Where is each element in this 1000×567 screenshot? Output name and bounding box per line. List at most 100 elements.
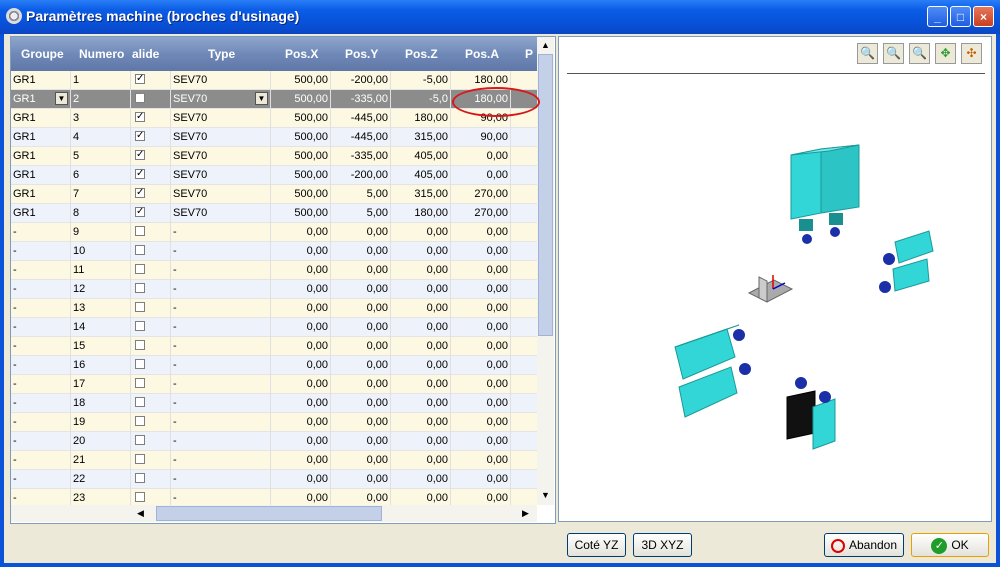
close-button[interactable]: × [973,6,994,27]
cell-pos-y[interactable]: 0,00 [331,283,388,295]
cell-numero[interactable]: 17 [73,378,85,390]
scroll-right-icon[interactable]: ▶ [522,508,529,519]
cell-pos-z[interactable]: 0,00 [391,283,448,295]
cell-groupe[interactable]: GR1 [13,188,36,200]
cell-pos-a[interactable]: 0,00 [451,435,508,447]
col-header-pos-x[interactable]: Pos.X [285,47,318,61]
table-row[interactable]: GR1 4 ✓ SEV70 500,00 -445,00 315,00 90,00 [11,128,537,147]
cell-pos-y[interactable]: 0,00 [331,264,388,276]
cell-pos-z[interactable]: 0,00 [391,359,448,371]
table-row[interactable]: -21-0,00 0,00 0,00 0,00 [11,451,537,470]
table-row[interactable]: -17-0,00 0,00 0,00 0,00 [11,375,537,394]
cell-pos-a[interactable]: 0,00 [451,150,508,162]
cell-numero[interactable]: 11 [73,264,84,276]
cell-type[interactable]: SEV70 [173,150,207,162]
cell-pos-a[interactable]: 0,00 [451,245,508,257]
cell-pos-a[interactable]: 180,00 [451,74,508,86]
cell-pos-a[interactable]: 0,00 [451,454,508,466]
cell-numero[interactable]: 20 [73,435,85,447]
cell-pos-y[interactable]: 0,00 [331,435,388,447]
ok-button[interactable]: ✓ OK [911,533,989,557]
cell-pos-x[interactable]: 500,00 [271,207,328,219]
cell-type[interactable]: SEV70 [173,93,207,105]
cell-groupe[interactable]: GR1 [13,112,36,124]
horizontal-scrollbar[interactable]: ◀ ▶ [11,505,537,522]
cell-pos-y[interactable]: 0,00 [331,454,388,466]
table-row[interactable]: -22-0,00 0,00 0,00 0,00 [11,470,537,489]
cell-pos-y[interactable]: 0,00 [331,378,388,390]
cell-pos-z[interactable]: 0,00 [391,302,448,314]
cell-pos-y[interactable]: 0,00 [331,340,388,352]
cell-groupe[interactable]: GR1 [13,169,36,181]
cell-pos-z[interactable]: -5,00 [391,74,448,86]
cell-pos-x[interactable]: 500,00 [271,169,328,181]
cell-pos-y[interactable]: 0,00 [331,416,388,428]
valide-checkbox[interactable] [135,473,145,483]
cell-pos-a[interactable]: 0,00 [451,321,508,333]
cell-type[interactable]: - [173,435,177,447]
cell-type[interactable]: - [173,245,177,257]
cell-pos-x[interactable]: 0,00 [271,454,328,466]
groupe-dropdown-icon[interactable]: ▼ [55,92,68,105]
valide-checkbox[interactable]: ✓ [135,112,145,122]
cell-numero[interactable]: 21 [73,454,85,466]
cell-pos-x[interactable]: 500,00 [271,131,328,143]
cell-type[interactable]: - [173,454,177,466]
scroll-up-icon[interactable]: ▲ [541,40,550,50]
cell-numero[interactable]: 16 [73,359,85,371]
col-header-pos-z[interactable]: Pos.Z [405,47,438,61]
cell-pos-x[interactable]: 0,00 [271,245,328,257]
cell-pos-a[interactable]: 0,00 [451,378,508,390]
cell-pos-x[interactable]: 0,00 [271,283,328,295]
valide-checkbox[interactable]: ✓ [135,207,145,217]
cell-pos-a[interactable]: 0,00 [451,473,508,485]
horizontal-scroll-thumb[interactable] [156,506,382,521]
cell-numero[interactable]: 8 [73,207,79,219]
cell-pos-y[interactable]: -335,00 [331,150,388,162]
table-row[interactable]: GR1 3 ✓ SEV70 500,00 -445,00 180,00 90,00 [11,109,537,128]
cell-pos-y[interactable]: 5,00 [331,207,388,219]
valide-checkbox[interactable] [135,492,145,502]
cell-pos-z[interactable]: 0,00 [391,473,448,485]
abandon-button[interactable]: Abandon [824,533,904,557]
cell-numero[interactable]: 3 [73,112,79,124]
cell-pos-a[interactable]: 0,00 [451,169,508,181]
cell-numero[interactable]: 2 [73,93,79,105]
valide-checkbox[interactable] [135,435,145,445]
cell-pos-x[interactable]: 500,00 [271,93,328,105]
cell-type[interactable]: - [173,416,177,428]
cell-pos-z[interactable]: 315,00 [391,131,448,143]
cell-numero[interactable]: 5 [73,150,79,162]
table-row[interactable]: -16-0,00 0,00 0,00 0,00 [11,356,537,375]
maximize-button[interactable]: □ [950,6,971,27]
cell-pos-z[interactable]: 405,00 [391,150,448,162]
table-row[interactable]: GR1 5 ✓ SEV70 500,00 -335,00 405,00 0,00 [11,147,537,166]
cell-type[interactable]: SEV70 [173,188,207,200]
cell-pos-y[interactable]: 0,00 [331,226,388,238]
cell-numero[interactable]: 18 [73,397,85,409]
cote-yz-button[interactable]: Coté YZ [567,533,626,557]
table-row[interactable]: GR1 1 ✓ SEV70 500,00 -200,00 -5,00 180,00 [11,71,537,90]
cell-pos-a[interactable]: 0,00 [451,264,508,276]
table-row[interactable]: -19-0,00 0,00 0,00 0,00 [11,413,537,432]
table-row[interactable]: -10-0,00 0,00 0,00 0,00 [11,242,537,261]
col-header-pos-a[interactable]: Pos.A [465,47,499,61]
cell-type[interactable]: - [173,321,177,333]
cell-pos-z[interactable]: 0,00 [391,340,448,352]
valide-checkbox[interactable]: ✓ [135,188,145,198]
cell-pos-x[interactable]: 0,00 [271,264,328,276]
cell-pos-x[interactable]: 500,00 [271,74,328,86]
cell-type[interactable]: - [173,492,177,504]
cell-type[interactable]: - [173,340,177,352]
cell-pos-a[interactable]: 0,00 [451,226,508,238]
valide-checkbox[interactable] [135,397,145,407]
valide-checkbox[interactable] [135,283,145,293]
cell-numero[interactable]: 7 [73,188,79,200]
cell-numero[interactable]: 4 [73,131,79,143]
table-row[interactable]: -20-0,00 0,00 0,00 0,00 [11,432,537,451]
cell-pos-y[interactable]: 0,00 [331,302,388,314]
cell-pos-a[interactable]: 0,00 [451,340,508,352]
cell-groupe[interactable]: - [13,264,17,276]
cell-pos-x[interactable]: 0,00 [271,226,328,238]
col-header-type[interactable]: Type [208,47,235,61]
